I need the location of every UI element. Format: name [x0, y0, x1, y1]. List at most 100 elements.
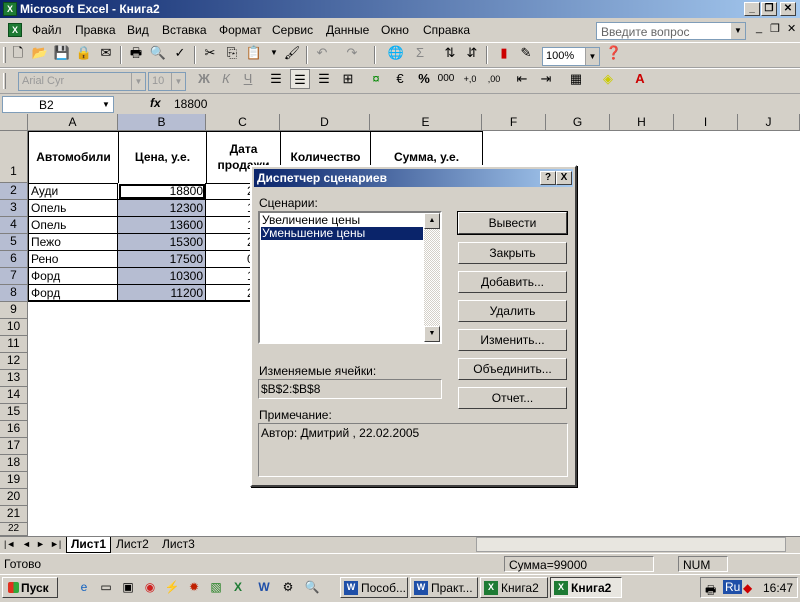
row-header[interactable]: 6	[0, 251, 28, 268]
row-header[interactable]: 9	[0, 302, 28, 319]
desktop-icon[interactable]: ▭	[98, 579, 114, 595]
row-header[interactable]: 13	[0, 370, 28, 387]
clock[interactable]: 16:47	[763, 581, 793, 595]
paste-icon[interactable]: 📋	[244, 43, 264, 63]
print-icon[interactable]: 🖶	[126, 43, 146, 63]
header-cell-cars[interactable]: Автомобили	[28, 131, 119, 184]
font-size-select[interactable]: 10 ▼	[148, 72, 186, 91]
window-title-bar[interactable]: X Microsoft Excel - Книга2 _ ❐ ✕	[0, 0, 800, 18]
row-header[interactable]: 18	[0, 455, 28, 472]
autosum-icon[interactable]: Σ	[410, 43, 430, 63]
table-cell[interactable]: Пежо	[28, 234, 118, 251]
spelling-icon[interactable]: ✓	[170, 43, 190, 63]
lightning-icon[interactable]: ⚡	[164, 579, 180, 595]
borders-icon[interactable]: ▦	[566, 69, 586, 89]
column-header-j[interactable]: J	[738, 114, 800, 131]
add-button[interactable]: Добавить...	[458, 271, 567, 293]
table-cell[interactable]: Форд	[28, 285, 118, 302]
column-header-c[interactable]: C	[206, 114, 280, 131]
underline-icon[interactable]: Ч	[238, 69, 258, 89]
row-header[interactable]: 5	[0, 234, 28, 251]
report-button[interactable]: Отчет...	[458, 387, 567, 409]
list-item-selected[interactable]: Уменьшение цены	[261, 227, 423, 240]
menu-insert[interactable]: Вставка	[162, 23, 207, 37]
menu-view[interactable]: Вид	[127, 23, 149, 37]
table-cell[interactable]: 11200	[118, 285, 206, 302]
undo-icon[interactable]: ↶	[312, 43, 332, 63]
chart-wizard-icon[interactable]: ▮	[494, 43, 514, 63]
font-select[interactable]: Arial Cyr ▼	[18, 72, 146, 91]
menu-format[interactable]: Формат	[219, 23, 262, 37]
excel-quick-icon[interactable]: X	[230, 579, 246, 595]
row-header[interactable]: 8	[0, 285, 28, 302]
restore-button[interactable]: ❐	[761, 2, 777, 16]
table-cell[interactable]: Опель	[28, 200, 118, 217]
doc-restore-button[interactable]: ❐	[770, 22, 780, 35]
taskbar-button[interactable]: W Практ...	[410, 577, 478, 598]
print-preview-icon[interactable]: 🔍	[148, 43, 168, 63]
increase-decimal-icon[interactable]: +,0	[460, 69, 480, 89]
menu-help[interactable]: Справка	[423, 23, 470, 37]
help-icon[interactable]: ❓	[604, 43, 624, 63]
close-dialog-button[interactable]: Закрыть	[458, 242, 567, 264]
percent-icon[interactable]: %	[414, 69, 434, 89]
column-header-a[interactable]: A	[28, 114, 118, 131]
row-header[interactable]: 15	[0, 404, 28, 421]
scroll-up-icon[interactable]: ▲	[424, 213, 440, 229]
save-icon[interactable]: 💾	[52, 43, 72, 63]
close-button[interactable]: ✕	[780, 2, 796, 16]
column-header-e[interactable]: E	[370, 114, 482, 131]
column-header-h[interactable]: H	[610, 114, 674, 131]
align-right-icon[interactable]: ☰	[314, 69, 334, 89]
row-header[interactable]: 2	[0, 183, 28, 200]
taskbar-button[interactable]: W Пособ...	[340, 577, 408, 598]
row-header[interactable]: 22	[0, 523, 28, 536]
menu-data[interactable]: Данные	[326, 23, 369, 37]
align-left-icon[interactable]: ☰	[266, 69, 286, 89]
monitor-icon[interactable]: ▣	[120, 579, 136, 595]
chevron-down-icon[interactable]: ▼	[131, 73, 145, 90]
table-cell[interactable]: 13600	[118, 217, 206, 234]
column-header-b[interactable]: B	[118, 114, 206, 131]
permission-icon[interactable]: 🔒	[74, 43, 94, 63]
name-box[interactable]: B2 ▼	[2, 96, 114, 113]
prev-sheet-icon[interactable]: ◄	[22, 539, 31, 549]
decrease-decimal-icon[interactable]: ,00	[484, 69, 504, 89]
select-all-corner[interactable]	[0, 114, 28, 131]
redo-icon[interactable]: ↷	[342, 43, 362, 63]
formula-value[interactable]: 18800	[174, 97, 207, 111]
delete-button[interactable]: Удалить	[458, 300, 567, 322]
edit-button[interactable]: Изменить...	[458, 329, 567, 351]
dialog-title-bar[interactable]: Диспетчер сценариев ? X	[254, 169, 573, 187]
row-header[interactable]: 21	[0, 506, 28, 523]
bold-icon[interactable]: Ж	[194, 69, 214, 89]
table-cell[interactable]: 12300	[118, 200, 206, 217]
taskbar-button-active[interactable]: X Книга2	[550, 577, 622, 598]
workbook-icon[interactable]: X	[8, 23, 22, 37]
row-header[interactable]: 7	[0, 268, 28, 285]
merge-center-icon[interactable]: ⊞	[338, 69, 358, 89]
row-header[interactable]: 10	[0, 319, 28, 336]
table-cell[interactable]: 10300	[118, 268, 206, 285]
column-header-d[interactable]: D	[280, 114, 370, 131]
row-header[interactable]: 14	[0, 387, 28, 404]
scenarios-list[interactable]: Увеличение цены Уменьшение цены ▲ ▼	[258, 211, 442, 344]
insert-function-icon[interactable]: fx	[150, 96, 161, 110]
row-header[interactable]: 12	[0, 353, 28, 370]
sheet-tab-1[interactable]: Лист1	[66, 537, 112, 553]
table-cell[interactable]: Форд	[28, 268, 118, 285]
vertical-scrollbar[interactable]: ▲ ▼	[424, 213, 440, 342]
app-icon[interactable]: ✹	[186, 579, 202, 595]
menu-edit[interactable]: Правка	[75, 23, 116, 37]
taskbar-button[interactable]: X Книга2	[480, 577, 548, 598]
antivirus-icon[interactable]: ◆	[743, 581, 752, 595]
currency-icon[interactable]: ¤	[366, 69, 386, 89]
open-folder-icon[interactable]: 📂	[30, 43, 50, 63]
table-cell[interactable]: 15300	[118, 234, 206, 251]
last-sheet-icon[interactable]: ►|	[50, 539, 61, 549]
row-header[interactable]: 16	[0, 421, 28, 438]
toolbar-grip[interactable]	[3, 73, 6, 89]
help-search-input[interactable]: Введите вопрос ▼	[596, 22, 746, 40]
media-icon[interactable]: ◉	[142, 579, 158, 595]
picture-icon[interactable]: ▧	[208, 579, 224, 595]
